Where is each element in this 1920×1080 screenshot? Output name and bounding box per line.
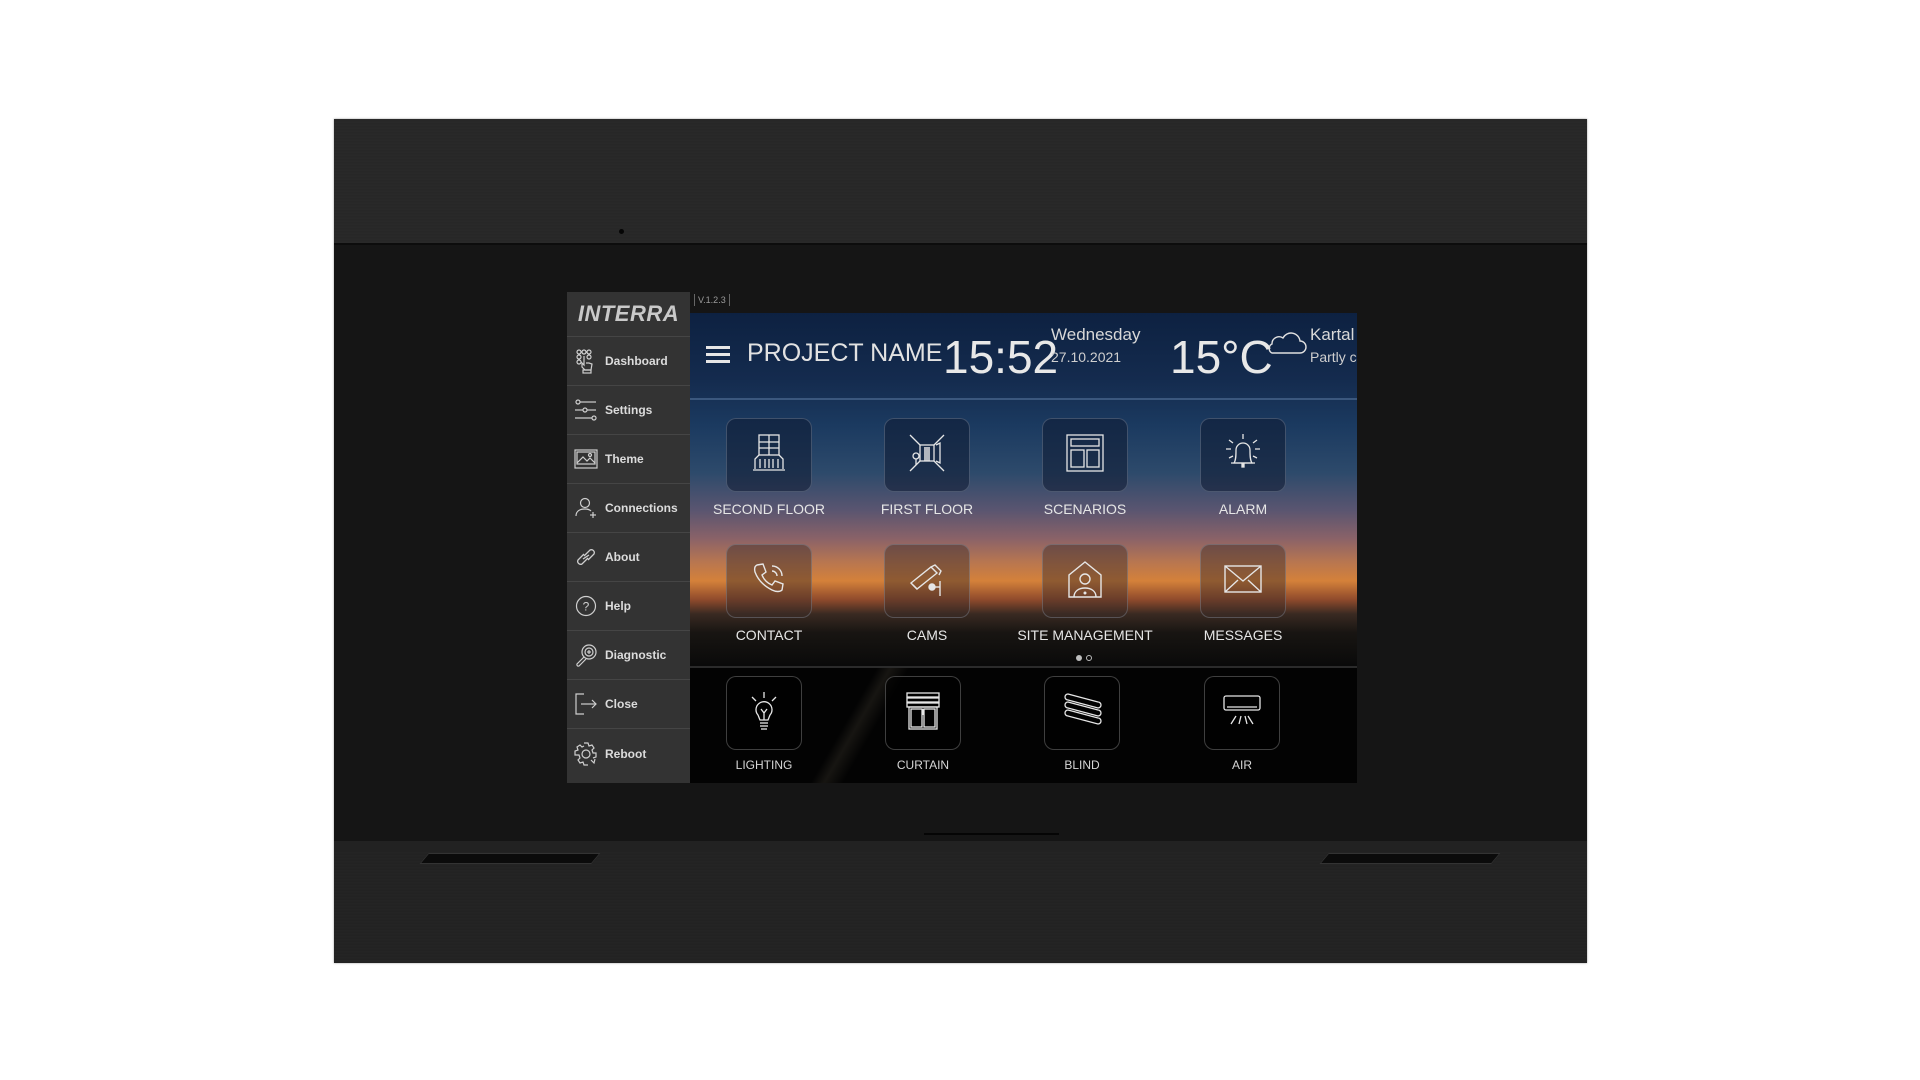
gear-refresh-icon xyxy=(573,741,599,767)
tile-label: SCENARIOS xyxy=(1043,501,1127,517)
sidebar-item-label: Close xyxy=(605,697,638,711)
date-label: 27.10.2021 xyxy=(1051,349,1122,365)
bell-icon xyxy=(1222,433,1264,478)
dashboard-hand-icon xyxy=(573,348,599,374)
sidebar-item-theme[interactable]: Theme xyxy=(567,435,690,484)
tile-label: CAMS xyxy=(906,627,948,643)
image-icon xyxy=(573,446,599,472)
sidebar-item-label: Settings xyxy=(605,403,653,417)
dock-label: LIGHTING xyxy=(735,758,793,772)
tile-label: SITE MANAGEMENT xyxy=(1017,627,1153,643)
tile-first-floor[interactable] xyxy=(884,418,970,492)
tile-contact[interactable] xyxy=(726,544,812,618)
phone-icon xyxy=(749,559,789,604)
air-conditioner-icon xyxy=(1222,694,1262,733)
svg-text:?: ? xyxy=(583,600,590,614)
layout-icon xyxy=(1065,433,1105,478)
sliders-icon xyxy=(573,397,599,423)
sidebar-item-about[interactable]: About xyxy=(567,533,690,582)
user-add-icon xyxy=(573,495,599,521)
page-dot[interactable] xyxy=(1086,655,1092,661)
bezel-ridge xyxy=(334,841,1587,851)
help-circle-icon: ? xyxy=(573,593,599,619)
sidebar-item-help[interactable]: ? Help xyxy=(567,582,690,631)
weather-condition: Partly cl xyxy=(1310,349,1357,365)
tile-alarm[interactable] xyxy=(1200,418,1286,492)
top-bezel xyxy=(334,119,1587,245)
dock-air[interactable] xyxy=(1204,676,1280,750)
tile-label: MESSAGES xyxy=(1203,627,1283,643)
temperature: 15°C xyxy=(1170,331,1273,383)
tile-label: CONTACT xyxy=(735,627,803,643)
dock-label: BLIND xyxy=(1064,758,1100,772)
bottom-bezel xyxy=(334,833,1587,963)
dock-curtain[interactable] xyxy=(885,676,961,750)
tile-scenarios[interactable] xyxy=(1042,418,1128,492)
magnifier-icon xyxy=(573,642,599,668)
status-header: PROJECT NAME 15:52 Wednesday 27.10.2021 … xyxy=(690,313,1357,400)
sidebar-item-reboot[interactable]: Reboot xyxy=(567,729,690,778)
balcony-icon xyxy=(749,433,789,478)
dock-label: AIR xyxy=(1231,758,1252,772)
sidebar-item-label: Help xyxy=(605,599,632,613)
envelope-icon xyxy=(1223,564,1263,599)
camera-dot xyxy=(619,229,624,234)
sidebar-item-label: About xyxy=(605,550,640,564)
tile-messages[interactable] xyxy=(1200,544,1286,618)
menu-hamburger-icon[interactable] xyxy=(706,346,730,364)
sidebar-item-label: Diagnostic xyxy=(605,648,667,662)
weather-city: Kartal xyxy=(1310,325,1355,344)
tile-label: SECOND FLOOR xyxy=(712,501,825,517)
light-bulb-icon xyxy=(744,691,784,736)
blind-icon xyxy=(1062,691,1102,736)
page-indicator xyxy=(1076,655,1092,661)
day-of-week: Wednesday xyxy=(1051,325,1141,344)
dock-blind[interactable] xyxy=(1044,676,1120,750)
speaker-slot-right xyxy=(1319,853,1501,864)
brand-logo: INTERRA xyxy=(567,292,690,337)
control-panel-device: INTERRA Dashboard Settings Theme Connect… xyxy=(334,119,1587,963)
sidebar-item-diagnostic[interactable]: Diagnostic xyxy=(567,631,690,680)
bezel-edge-line xyxy=(924,833,1059,835)
speaker-slot-left xyxy=(419,853,601,864)
dock-label: CURTAIN xyxy=(896,758,950,772)
room-door-icon xyxy=(906,433,948,478)
project-name: PROJECT NAME xyxy=(747,339,943,367)
sidebar-item-label: Theme xyxy=(605,452,644,466)
quick-access-dock: LIGHTING CURTAIN BLIND AIR xyxy=(690,666,1357,783)
link-icon xyxy=(573,544,599,570)
sidebar-item-close[interactable]: Close xyxy=(567,680,690,729)
sidebar-item-label: Connections xyxy=(605,501,678,515)
version-label: V.1.2.3 xyxy=(694,294,730,306)
sidebar-item-connections[interactable]: Connections xyxy=(567,484,690,533)
sidebar-item-label: Reboot xyxy=(605,746,647,761)
home-screen: PROJECT NAME 15:52 Wednesday 27.10.2021 … xyxy=(690,313,1357,783)
house-person-icon xyxy=(1065,559,1105,604)
dock-lighting[interactable] xyxy=(726,676,802,750)
sidebar-item-settings[interactable]: Settings xyxy=(567,386,690,435)
tile-second-floor[interactable] xyxy=(726,418,812,492)
clock-time: 15:52 xyxy=(943,331,1059,383)
page-dot-active[interactable] xyxy=(1076,655,1082,661)
curtain-icon xyxy=(903,691,943,736)
sidebar-menu: INTERRA Dashboard Settings Theme Connect… xyxy=(567,292,690,783)
sidebar-item-label: Dashboard xyxy=(605,354,668,368)
security-camera-icon xyxy=(907,559,947,604)
tile-label: ALARM xyxy=(1218,501,1268,517)
exit-icon xyxy=(573,691,599,717)
tile-site-management[interactable] xyxy=(1042,544,1128,618)
tile-cams[interactable] xyxy=(884,544,970,618)
tile-label: FIRST FLOOR xyxy=(880,501,974,517)
sidebar-item-dashboard[interactable]: Dashboard xyxy=(567,337,690,386)
cloud-icon xyxy=(1266,331,1307,360)
